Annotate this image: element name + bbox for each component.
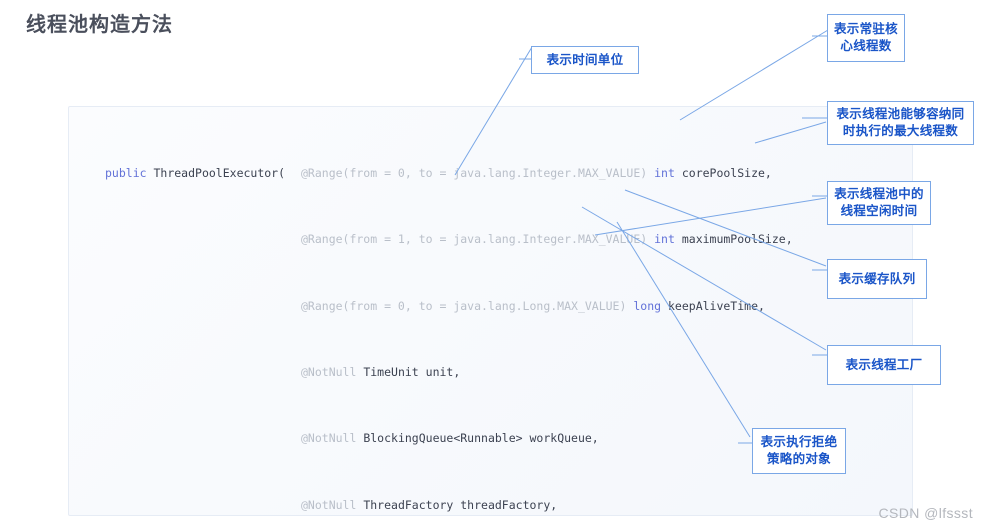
- callout-core-pool-size[interactable]: 表示常驻核 心线程数: [827, 14, 905, 62]
- callout-maximum-pool-size-line-0: 表示线程池能够容纳同: [836, 107, 965, 121]
- code-signature-line: @Range(from = 0, to = java.lang.Long.MAX…: [69, 298, 912, 315]
- param-annotation-3: @NotNull: [301, 364, 357, 379]
- param-annotation-4: @NotNull: [301, 431, 357, 446]
- callout-handler[interactable]: 表示执行拒绝 策略的对象: [752, 428, 846, 474]
- screenshot-root: 线程池构造方法 public ThreadPoolExecutor(@Range…: [0, 0, 987, 526]
- callout-core-pool-size-line-1: 心线程数: [840, 39, 892, 53]
- callout-handler-line-0: 表示执行拒绝: [760, 435, 838, 449]
- callout-keep-alive-time[interactable]: 表示线程池中的 线程空闲时间: [827, 181, 931, 225]
- param-name-1: maximumPoolSize,: [681, 232, 793, 247]
- callout-thread-factory[interactable]: 表示线程工厂: [827, 345, 941, 385]
- code-signature-line: public ThreadPoolExecutor(@Range(from = …: [105, 165, 772, 180]
- param-annotation-0: @Range(from = 0, to = java.lang.Integer.…: [301, 165, 648, 180]
- callout-core-pool-size-line-0: 表示常驻核: [833, 22, 898, 36]
- code-signature-line: @NotNull TimeUnit unit,: [69, 364, 912, 381]
- param-annotation-1: @Range(from = 1, to = java.lang.Integer.…: [301, 232, 648, 247]
- callout-maximum-pool-size-line-1: 时执行的最大线程数: [842, 124, 959, 138]
- param-name-2: keepAliveTime,: [668, 298, 765, 313]
- page-title: 线程池构造方法: [26, 14, 173, 36]
- callout-time-unit-line-0: 表示时间单位: [546, 52, 624, 67]
- param-annotation-5: @NotNull: [301, 497, 357, 512]
- param-name-3: TimeUnit unit,: [363, 364, 461, 379]
- param-type-2: long: [633, 298, 662, 313]
- callout-work-queue-line-0: 表示缓存队列: [838, 271, 916, 286]
- code-signature-line: @NotNull ThreadFactory threadFactory,: [69, 497, 912, 514]
- param-name-5: ThreadFactory threadFactory,: [363, 497, 558, 512]
- callout-handler-line-1: 策略的对象: [766, 452, 831, 466]
- param-type-0: int: [654, 165, 675, 180]
- callout-thread-factory-line-0: 表示线程工厂: [845, 357, 923, 372]
- param-name-0: corePoolSize,: [681, 165, 772, 180]
- param-annotation-2: @Range(from = 0, to = java.lang.Long.MAX…: [301, 298, 627, 313]
- callout-maximum-pool-size[interactable]: 表示线程池能够容纳同 时执行的最大线程数: [827, 101, 974, 145]
- callout-keep-alive-time-line-0: 表示线程池中的: [834, 187, 924, 201]
- callout-work-queue[interactable]: 表示缓存队列: [827, 259, 927, 299]
- param-type-1: int: [654, 232, 675, 247]
- callout-keep-alive-time-line-1: 线程空闲时间: [840, 204, 918, 218]
- code-signature-line: @Range(from = 1, to = java.lang.Integer.…: [69, 231, 912, 248]
- callout-time-unit[interactable]: 表示时间单位: [531, 46, 639, 74]
- watermark: CSDN @lfssst: [878, 505, 973, 521]
- param-name-4: BlockingQueue<Runnable> workQueue,: [363, 431, 599, 446]
